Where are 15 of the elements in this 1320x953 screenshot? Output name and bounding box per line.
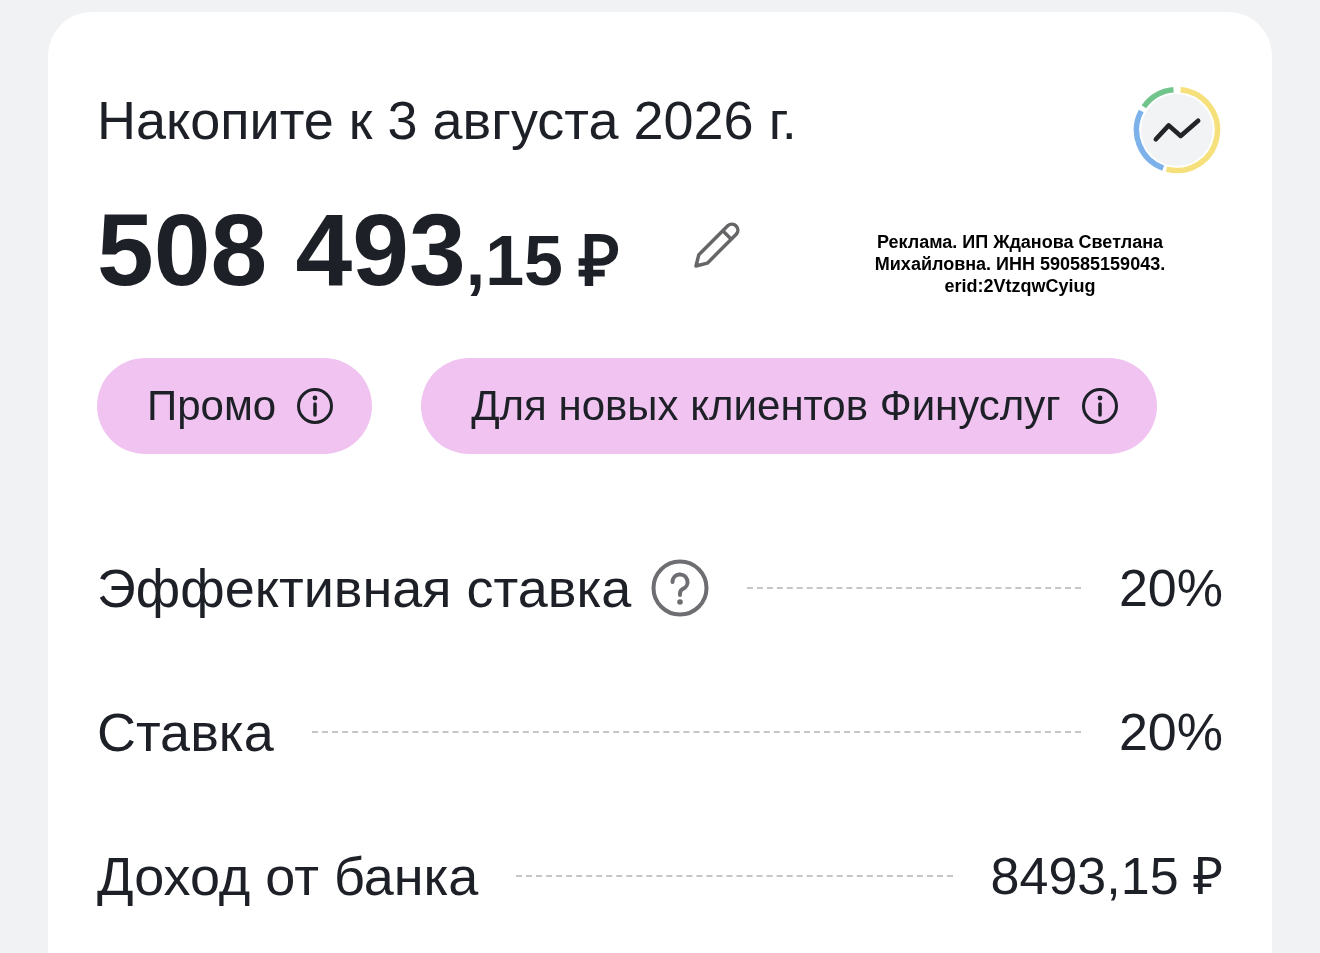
row-label: Ставка [97, 701, 274, 763]
ad-disclosure: Реклама. ИП Жданова Светлана Михайловна. ИНН 590585159043. erid:2VtzqwCyiug [873, 231, 1167, 297]
info-icon [296, 387, 335, 425]
row-label: Эффективная ставка [97, 557, 632, 619]
info-icon [1080, 387, 1119, 425]
row-value: 20% [1118, 558, 1223, 619]
row-value: 20% [1118, 702, 1223, 763]
page-title: Накопите к 3 августа 2026 г. [97, 90, 797, 150]
amount-value: 508 493,15 ₽ [97, 199, 621, 301]
trend-chart-icon[interactable] [1131, 84, 1223, 176]
help-icon[interactable] [651, 559, 710, 617]
info-chip[interactable]: Промо [97, 358, 373, 454]
row-label: Доход от банка [97, 845, 479, 907]
info-chip[interactable]: Для новых клиентов Финуслуг [421, 358, 1157, 454]
row-value: 8493,15 ₽ [990, 846, 1223, 907]
